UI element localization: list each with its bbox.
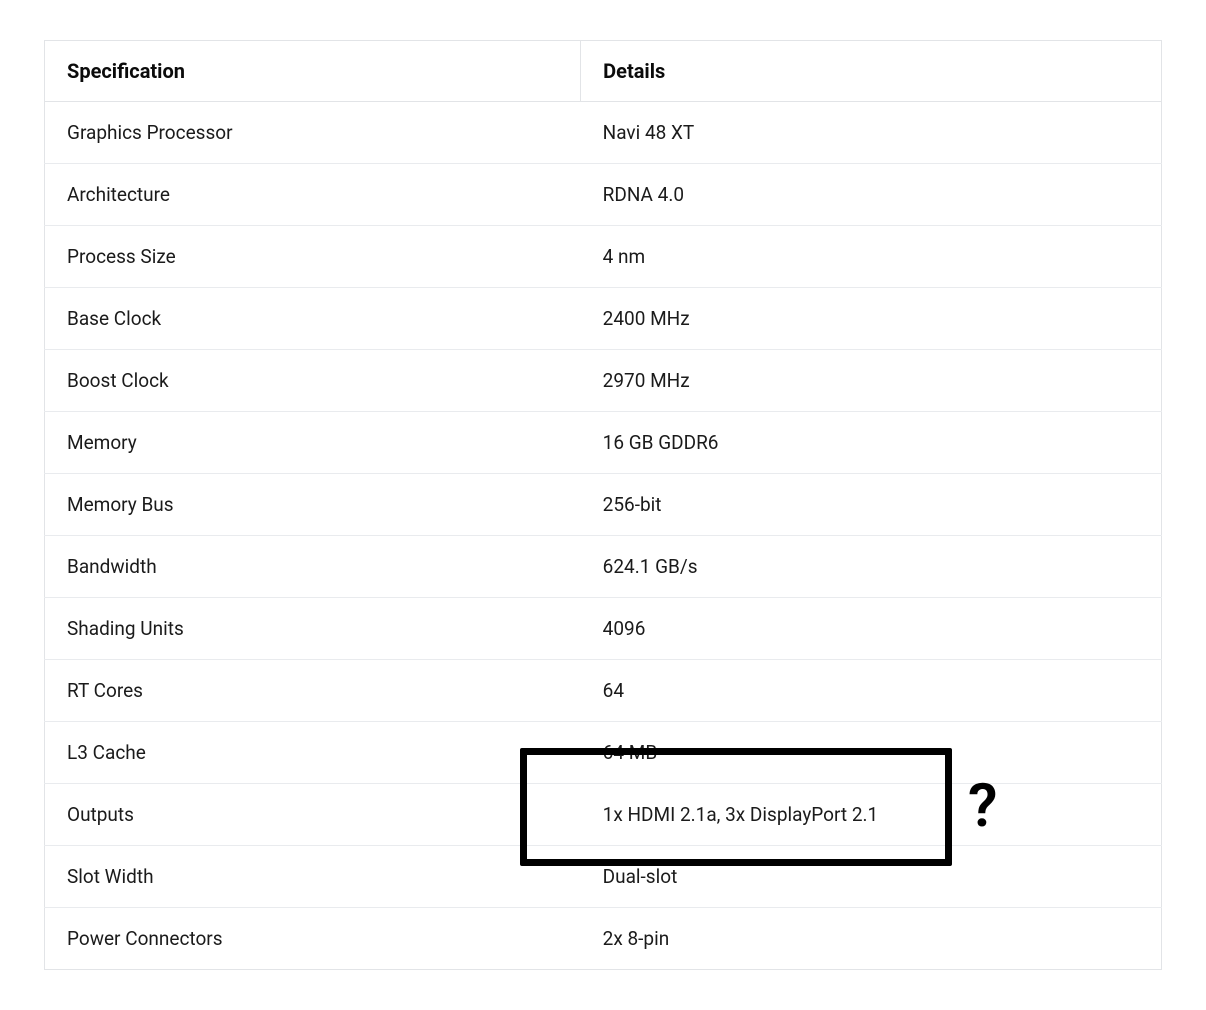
- spec-value: 2400 MHz: [581, 288, 1162, 350]
- spec-label: Power Connectors: [45, 908, 581, 970]
- spec-value: 4 nm: [581, 226, 1162, 288]
- spec-label: Memory Bus: [45, 474, 581, 536]
- table-row: Boost Clock 2970 MHz: [45, 350, 1162, 412]
- spec-value: Navi 48 XT: [581, 102, 1162, 164]
- table-row: Process Size 4 nm: [45, 226, 1162, 288]
- spec-label: Boost Clock: [45, 350, 581, 412]
- spec-value: 1x HDMI 2.1a, 3x DisplayPort 2.1: [581, 784, 1162, 846]
- table-row: Graphics Processor Navi 48 XT: [45, 102, 1162, 164]
- table-row: Architecture RDNA 4.0: [45, 164, 1162, 226]
- spec-value: 2x 8-pin: [581, 908, 1162, 970]
- spec-value: 16 GB GDDR6: [581, 412, 1162, 474]
- spec-label: RT Cores: [45, 660, 581, 722]
- table-row: Outputs 1x HDMI 2.1a, 3x DisplayPort 2.1: [45, 784, 1162, 846]
- table-row: Memory Bus 256-bit: [45, 474, 1162, 536]
- spec-label: Graphics Processor: [45, 102, 581, 164]
- header-details: Details: [581, 41, 1162, 102]
- spec-label: Shading Units: [45, 598, 581, 660]
- spec-value: 64 MB: [581, 722, 1162, 784]
- spec-label: Outputs: [45, 784, 581, 846]
- spec-label: Bandwidth: [45, 536, 581, 598]
- spec-label: Process Size: [45, 226, 581, 288]
- spec-value: Dual-slot: [581, 846, 1162, 908]
- spec-table-body: Graphics Processor Navi 48 XT Architectu…: [45, 102, 1162, 970]
- spec-value: 2970 MHz: [581, 350, 1162, 412]
- spec-label: Architecture: [45, 164, 581, 226]
- spec-table: Specification Details Graphics Processor…: [44, 40, 1162, 970]
- spec-label: L3 Cache: [45, 722, 581, 784]
- spec-label: Memory: [45, 412, 581, 474]
- table-row: RT Cores 64: [45, 660, 1162, 722]
- spec-value: 256-bit: [581, 474, 1162, 536]
- header-spec: Specification: [45, 41, 581, 102]
- spec-value: 64: [581, 660, 1162, 722]
- table-row: Power Connectors 2x 8-pin: [45, 908, 1162, 970]
- table-row: Bandwidth 624.1 GB/s: [45, 536, 1162, 598]
- spec-value: RDNA 4.0: [581, 164, 1162, 226]
- spec-label: Base Clock: [45, 288, 581, 350]
- table-row: Base Clock 2400 MHz: [45, 288, 1162, 350]
- table-row: Slot Width Dual-slot: [45, 846, 1162, 908]
- table-row: Shading Units 4096: [45, 598, 1162, 660]
- spec-value: 4096: [581, 598, 1162, 660]
- spec-value: 624.1 GB/s: [581, 536, 1162, 598]
- table-row: Memory 16 GB GDDR6: [45, 412, 1162, 474]
- spec-label: Slot Width: [45, 846, 581, 908]
- table-row: L3 Cache 64 MB: [45, 722, 1162, 784]
